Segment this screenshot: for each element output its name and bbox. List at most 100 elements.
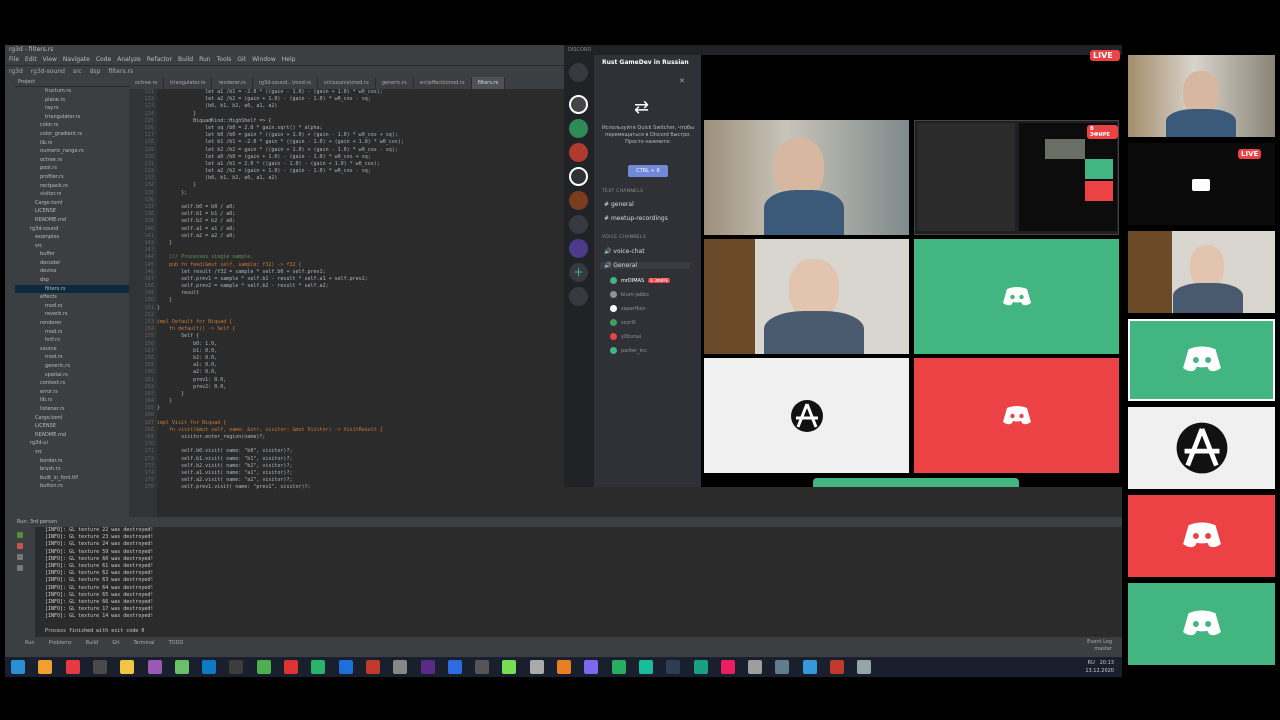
taskbar-app-icon[interactable]: [447, 660, 462, 674]
taskbar-app-icon[interactable]: [393, 660, 408, 674]
taskbar-app-icon[interactable]: [229, 660, 244, 674]
editor-tab[interactable]: octree.rs: [129, 77, 165, 89]
editor-tab[interactable]: renderer.rs: [212, 77, 253, 89]
taskbar-app-icon[interactable]: [147, 660, 162, 674]
code-editor[interactable]: let a1 /b1 = -2.0 * ((gain - 1.0) - (gai…: [157, 89, 564, 517]
taskbar-app-icon[interactable]: [529, 660, 544, 674]
taskbar-app-icon[interactable]: [256, 660, 271, 674]
tool-tab-problems[interactable]: Problems: [49, 640, 72, 646]
project-header[interactable]: Project: [15, 77, 129, 87]
project-tree-item[interactable]: visitor.rs: [15, 190, 129, 199]
taskbar-app-icon[interactable]: [365, 660, 380, 674]
project-tree-item[interactable]: error.rs: [15, 388, 129, 397]
language-indicator[interactable]: RU: [1088, 660, 1095, 666]
server-icon-rust[interactable]: [569, 95, 588, 114]
tool-tab-todo[interactable]: TODO: [169, 640, 184, 646]
taskbar-app-icon[interactable]: [38, 660, 53, 674]
side-video-user-1[interactable]: [1128, 55, 1275, 137]
home-icon[interactable]: [569, 63, 588, 82]
project-tree-item[interactable]: context.rs: [15, 379, 129, 388]
taskbar-app-icon[interactable]: [284, 660, 298, 674]
server-icon-selected[interactable]: [569, 167, 588, 186]
server-icon-green[interactable]: [569, 119, 588, 138]
taskbar-app-icon[interactable]: [802, 660, 817, 674]
git-branch[interactable]: master: [1087, 646, 1112, 653]
taskbar-app-icon[interactable]: [693, 660, 708, 674]
taskbar-app-icon[interactable]: [748, 660, 763, 674]
breadcrumb-item[interactable]: rg3d: [9, 68, 23, 75]
project-tree-item[interactable]: plane.rs: [15, 96, 129, 105]
editor-tab[interactable]: rg3d-sound...\mod.rs: [253, 77, 319, 89]
breadcrumb-item[interactable]: filters.rs: [108, 68, 133, 75]
editor-tab[interactable]: generic.rs: [376, 77, 414, 89]
tool-tab-git[interactable]: Git: [112, 640, 119, 646]
taskbar-app-icon[interactable]: [557, 660, 571, 674]
voice-user-mrdimas[interactable]: mrDIMAS В ЭФИРЕ: [610, 277, 671, 284]
project-tree-item[interactable]: brush.rs: [15, 465, 129, 474]
video-tile-user-1[interactable]: [704, 120, 909, 235]
scroll-icon[interactable]: [17, 554, 23, 560]
menu-item-view[interactable]: View: [43, 56, 57, 63]
server-icon-s[interactable]: [569, 215, 588, 234]
side-stream-tile[interactable]: LIVE: [1128, 143, 1275, 225]
print-icon[interactable]: [17, 565, 23, 571]
project-tree-item[interactable]: mod.rs: [15, 302, 129, 311]
tool-tab-run[interactable]: Run: [25, 640, 35, 646]
menu-item-help[interactable]: Help: [282, 56, 296, 63]
voice-controls-bar[interactable]: [813, 478, 1019, 487]
project-tree-item[interactable]: dsp: [15, 276, 129, 285]
rerun-icon[interactable]: [17, 532, 23, 538]
project-tree-item[interactable]: mod.rs: [15, 328, 129, 337]
breadcrumb-item[interactable]: dsp: [90, 68, 101, 75]
project-tree-item[interactable]: fructum.rs: [15, 87, 129, 96]
project-tree-item[interactable]: generic.rs: [15, 362, 129, 371]
avatar-tile-green[interactable]: [914, 239, 1119, 354]
event-log-link[interactable]: Event Log: [1087, 639, 1112, 646]
clock-time[interactable]: 20:13: [1100, 660, 1114, 666]
project-tree-item[interactable]: border.rs: [15, 457, 129, 466]
breadcrumb-item[interactable]: rg3d-sound: [31, 68, 65, 75]
project-tree-item[interactable]: lib.rs: [15, 139, 129, 148]
menu-item-analyze[interactable]: Analyze: [117, 56, 141, 63]
project-tree-item[interactable]: decoder: [15, 259, 129, 268]
project-tree-item[interactable]: spatial.rs: [15, 371, 129, 380]
side-avatar-anarchy[interactable]: [1128, 407, 1275, 489]
project-tree-item[interactable]: rectpack.rs: [15, 182, 129, 191]
taskbar-app-icon[interactable]: [857, 660, 872, 674]
voice-user-scorill[interactable]: scorill: [610, 319, 636, 326]
project-tree-item[interactable]: reverb.rs: [15, 310, 129, 319]
taskbar-app-icon[interactable]: [202, 660, 217, 674]
stop-icon[interactable]: [17, 543, 23, 549]
project-tree-item[interactable]: filters.rs: [15, 284, 129, 294]
project-tree-item[interactable]: triangulator.rs: [15, 113, 129, 122]
video-tile-user-2[interactable]: [704, 239, 909, 354]
project-tree-item[interactable]: color.rs: [15, 121, 129, 130]
voice-user-y0bunai[interactable]: y0bunai: [610, 333, 641, 340]
editor-tab[interactable]: src\effects\mod.rs: [414, 77, 472, 89]
project-tree-item[interactable]: numeric_range.rs: [15, 147, 129, 156]
tool-tab-terminal[interactable]: Terminal: [133, 640, 154, 646]
project-tree-item[interactable]: octree.rs: [15, 156, 129, 165]
editor-tab[interactable]: triangulator.rs: [164, 77, 213, 89]
project-tree-item[interactable]: device: [15, 267, 129, 276]
menu-item-code[interactable]: Code: [96, 56, 111, 63]
stream-tile[interactable]: В ЭФИРЕ: [914, 120, 1119, 235]
project-tree-item[interactable]: lib.rs: [15, 396, 129, 405]
project-tree-item[interactable]: LICENSE: [15, 422, 129, 431]
project-tree-item[interactable]: rg3d-sound: [15, 225, 129, 234]
project-tree-item[interactable]: Cargo.toml: [15, 199, 129, 208]
menu-item-window[interactable]: Window: [252, 56, 276, 63]
voice-user-blum-jabbs[interactable]: blum-jabbs: [610, 291, 649, 298]
project-tree-item[interactable]: listener.rs: [15, 405, 129, 414]
taskbar-app-icon[interactable]: [420, 660, 435, 674]
avatar-tile-red[interactable]: [914, 358, 1119, 473]
voice-user-parker-inc[interactable]: parker_inc: [610, 347, 647, 354]
quick-switcher-button[interactable]: CTRL + K: [628, 165, 668, 177]
taskbar-app-icon[interactable]: [311, 660, 326, 674]
menu-item-file[interactable]: File: [9, 56, 19, 63]
text-channels-label[interactable]: TEXT CHANNELS: [602, 189, 643, 194]
menu-item-refactor[interactable]: Refactor: [147, 56, 172, 63]
explore-icon[interactable]: [569, 287, 588, 306]
project-tree-item[interactable]: hrtf.rs: [15, 336, 129, 345]
taskbar-app-icon[interactable]: [720, 660, 735, 674]
